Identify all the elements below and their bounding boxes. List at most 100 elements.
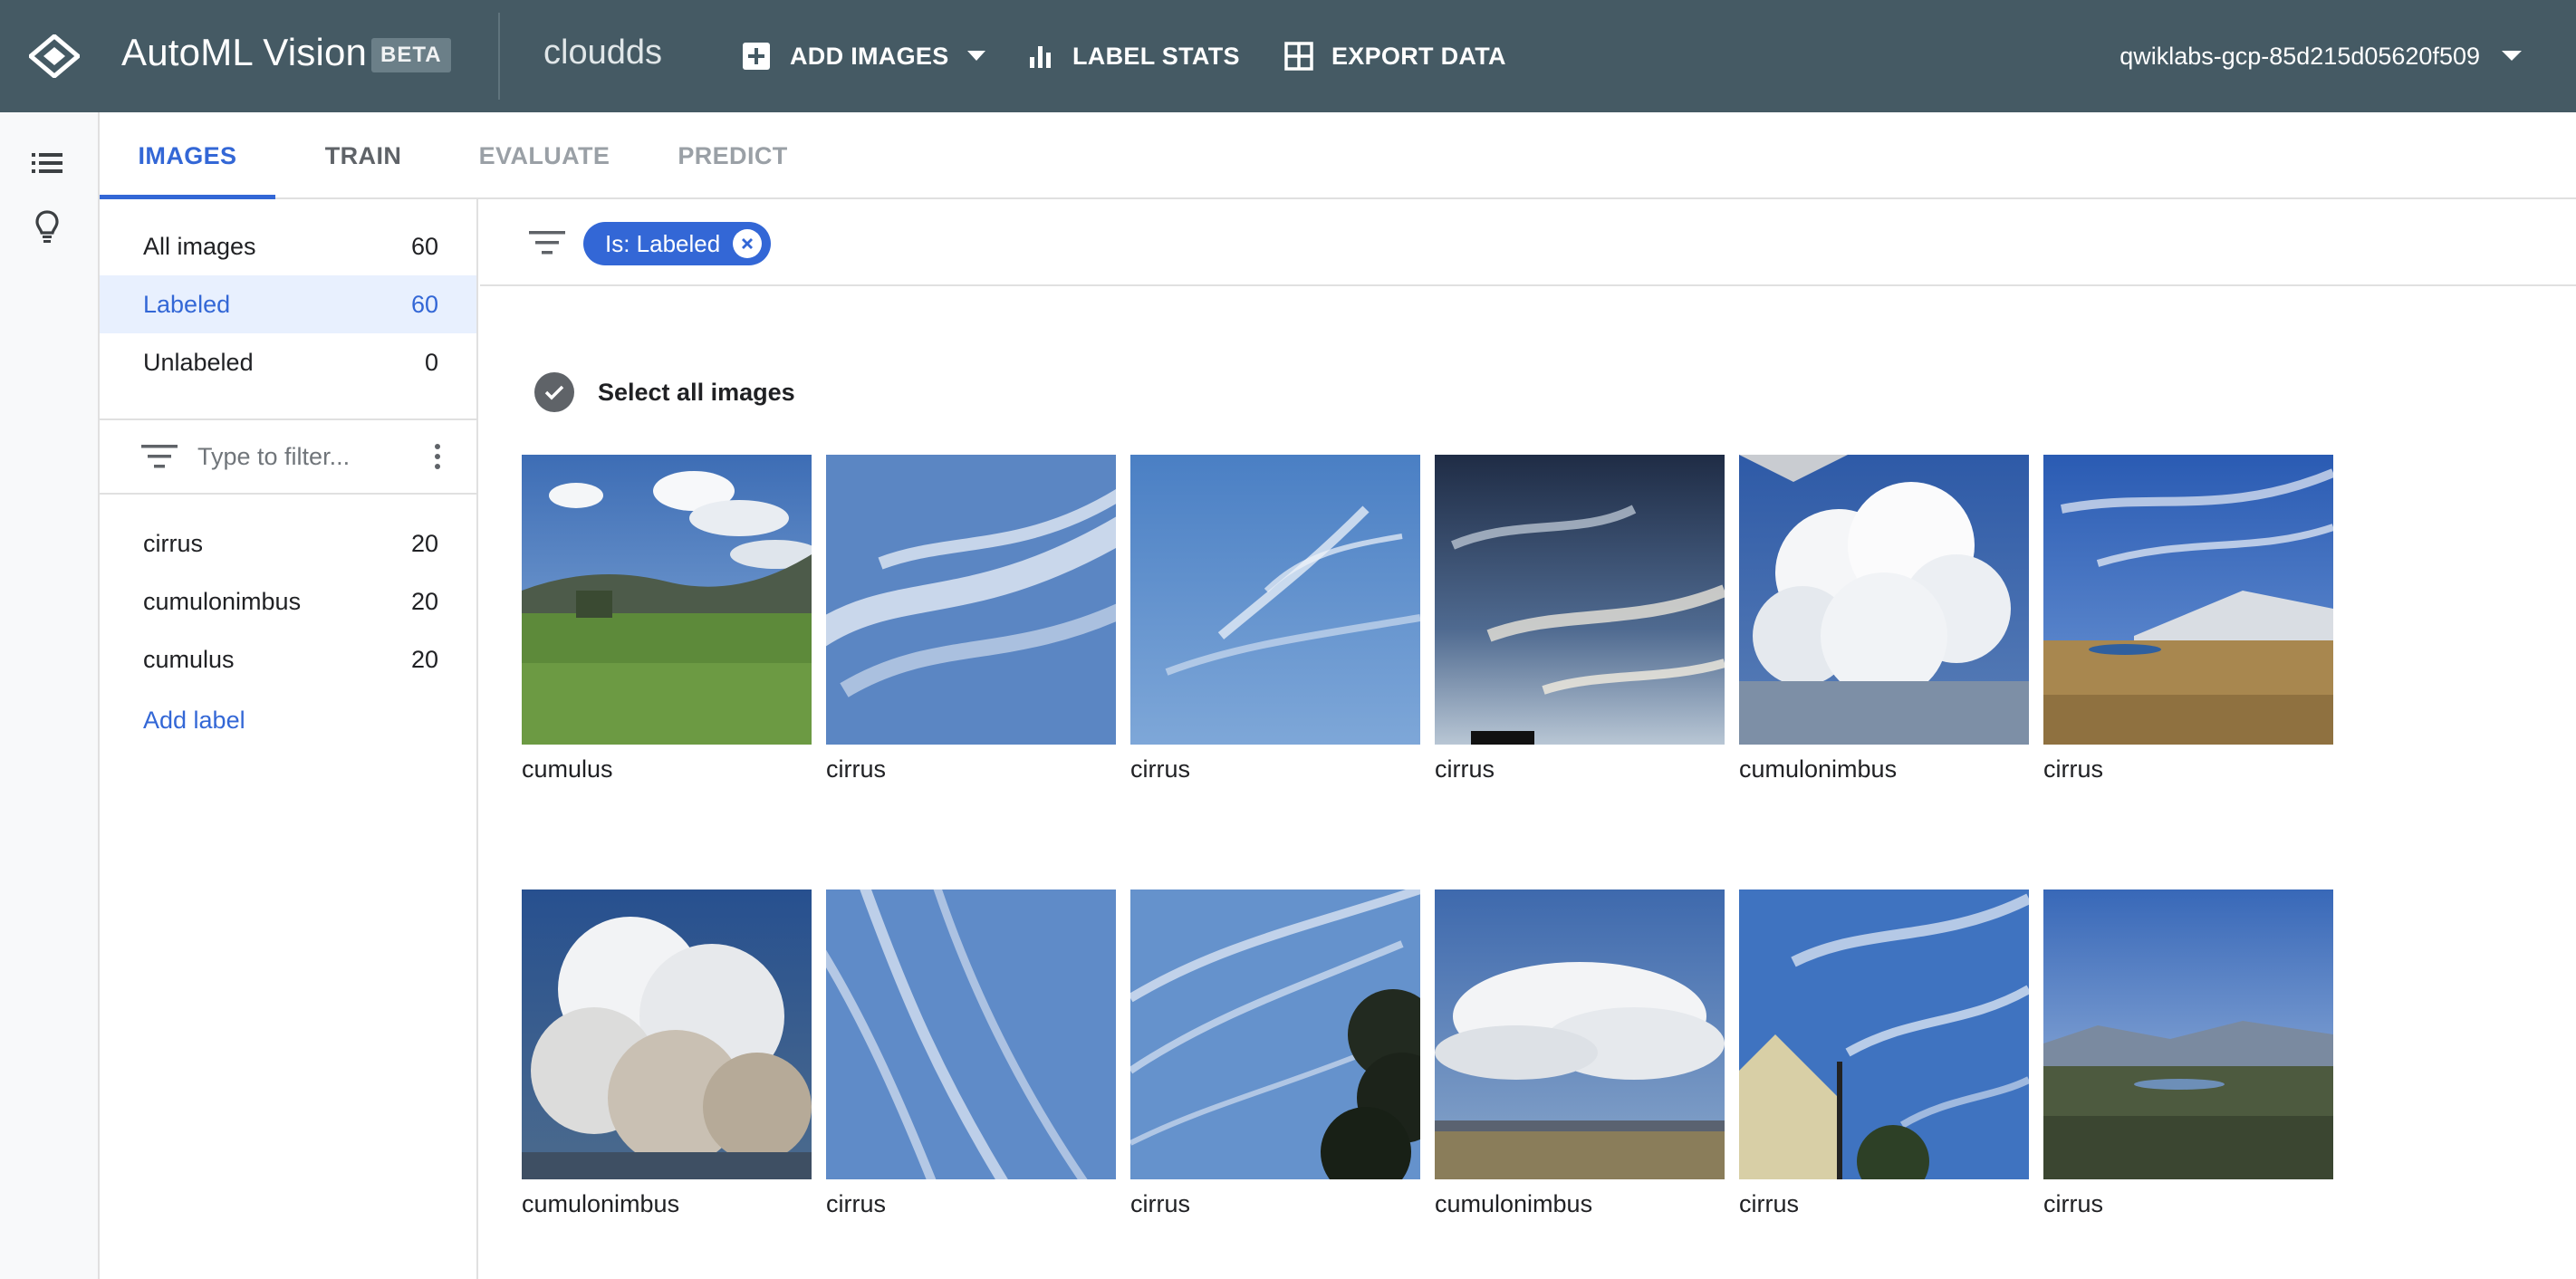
export-data-button[interactable]: EXPORT DATA: [1284, 34, 1506, 78]
dropdown-arrow-icon: [2502, 51, 2522, 61]
filter-count: 60: [410, 232, 438, 260]
tab-predict[interactable]: PREDICT: [652, 112, 813, 199]
cloud-photo: [1739, 455, 2029, 745]
dropdown-arrow-icon: [966, 51, 985, 61]
label-item-cirrus[interactable]: cirrus 20: [100, 514, 476, 572]
more-options-icon[interactable]: [424, 438, 451, 475]
cloud-photo: [522, 455, 812, 745]
left-navigation-rail: [0, 112, 100, 1279]
image-thumbnail[interactable]: [1130, 455, 1420, 745]
cloud-photo: [2043, 890, 2333, 1179]
lightbulb-icon[interactable]: [27, 207, 67, 246]
image-thumbnail[interactable]: [1435, 455, 1725, 745]
select-all-label: Select all images: [598, 378, 795, 406]
image-thumbnail[interactable]: [826, 890, 1116, 1179]
image-card[interactable]: cirrus: [826, 890, 1116, 1217]
filter-unlabeled[interactable]: Unlabeled 0: [100, 333, 476, 391]
filter-label: Labeled: [143, 290, 231, 318]
image-thumbnail[interactable]: [1130, 890, 1420, 1179]
image-thumbnail[interactable]: [1739, 455, 2029, 745]
close-icon[interactable]: [733, 229, 763, 258]
image-card[interactable]: cirrus: [1130, 455, 1420, 783]
label-name: cumulonimbus: [143, 587, 302, 615]
label-count: 20: [410, 587, 438, 615]
image-filter-sidebar: All images 60 Labeled 60 Unlabeled 0 cir…: [100, 199, 478, 1279]
cloud-photo: [1435, 455, 1725, 745]
image-thumbnail[interactable]: [1739, 890, 2029, 1179]
image-label: cirrus: [1435, 755, 1495, 783]
beta-badge: BETA: [371, 38, 451, 72]
image-label: cumulonimbus: [1435, 1190, 1593, 1217]
image-thumbnail[interactable]: [522, 455, 812, 745]
image-label: cirrus: [826, 755, 886, 783]
label-filter-input[interactable]: [197, 442, 415, 471]
label-stats-button[interactable]: LABEL STATS: [1027, 34, 1240, 78]
filter-count: 0: [424, 348, 438, 376]
image-label: cirrus: [826, 1190, 886, 1217]
cloud-photo: [1739, 890, 2029, 1179]
image-thumbnail[interactable]: [2043, 890, 2333, 1179]
sidebar-divider: [100, 493, 476, 495]
filter-label: Unlabeled: [143, 348, 254, 376]
cloud-photo: [826, 455, 1116, 745]
image-card[interactable]: cumulonimbus: [522, 890, 812, 1217]
image-label: cirrus: [1739, 1190, 1799, 1217]
dataset-name: cloudds: [543, 34, 662, 72]
image-card[interactable]: cumulus: [522, 455, 812, 783]
tab-evaluate[interactable]: EVALUATE: [458, 112, 630, 199]
cloud-photo: [1130, 890, 1420, 1179]
image-thumbnail[interactable]: [1435, 890, 1725, 1179]
list-icon[interactable]: [27, 143, 67, 183]
section-tabs: IMAGES TRAIN EVALUATE PREDICT: [100, 112, 2576, 199]
filter-labeled[interactable]: Labeled 60: [100, 275, 476, 333]
image-card[interactable]: cirrus: [1130, 890, 1420, 1217]
filter-count: 60: [410, 290, 438, 318]
image-label: cumulus: [522, 755, 613, 783]
cloud-photo: [2043, 455, 2333, 745]
checkmark-circle-icon: [534, 372, 574, 412]
image-card[interactable]: cirrus: [826, 455, 1116, 783]
account-name: qwiklabs-gcp-85d215d05620f509: [2119, 42, 2480, 70]
export-data-label: EXPORT DATA: [1331, 42, 1506, 70]
filter-list-icon: [141, 445, 178, 468]
account-selector[interactable]: qwiklabs-gcp-85d215d05620f509: [2119, 34, 2522, 78]
label-item-cumulus[interactable]: cumulus 20: [100, 630, 476, 688]
add-images-button[interactable]: ADD IMAGES: [741, 34, 985, 78]
label-count: 20: [410, 645, 438, 673]
image-card[interactable]: cirrus: [1435, 455, 1725, 783]
image-thumbnail[interactable]: [522, 890, 812, 1179]
image-label: cumulonimbus: [1739, 755, 1898, 783]
cloud-photo: [1435, 890, 1725, 1179]
image-label: cirrus: [2043, 755, 2103, 783]
tab-images[interactable]: IMAGES: [100, 112, 275, 199]
automl-logo-icon: [29, 34, 80, 78]
grid-table-icon: [1284, 42, 1313, 71]
app-title: AutoML Vision: [121, 31, 368, 73]
image-label: cirrus: [2043, 1190, 2103, 1217]
image-thumbnail[interactable]: [826, 455, 1116, 745]
add-label-link[interactable]: Add label: [143, 707, 245, 735]
image-thumbnail[interactable]: [2043, 455, 2333, 745]
image-label: cirrus: [1130, 755, 1190, 783]
image-grid: cumulus cirrus cirrus cirrus cumulonimbu…: [522, 455, 2342, 1217]
label-count: 20: [410, 529, 438, 557]
label-name: cirrus: [143, 529, 203, 557]
add-images-label: ADD IMAGES: [790, 42, 949, 70]
add-box-icon: [743, 43, 770, 70]
select-all-images[interactable]: Select all images: [534, 371, 795, 413]
filter-list-icon[interactable]: [527, 226, 567, 259]
image-label: cumulonimbus: [522, 1190, 680, 1217]
image-card[interactable]: cirrus: [2043, 455, 2333, 783]
image-card[interactable]: cirrus: [1739, 890, 2029, 1217]
toolbar-divider: [498, 13, 500, 100]
label-filter-box: [100, 420, 476, 493]
label-item-cumulonimbus[interactable]: cumulonimbus 20: [100, 572, 476, 630]
image-card[interactable]: cumulonimbus: [1435, 890, 1725, 1217]
cloud-photo: [826, 890, 1116, 1179]
image-card[interactable]: cirrus: [2043, 890, 2333, 1217]
filter-all-images[interactable]: All images 60: [100, 217, 476, 275]
filter-chip-labeled: Is: Labeled: [583, 222, 772, 265]
tab-train[interactable]: TRAIN: [295, 112, 431, 199]
cloud-photo: [522, 890, 812, 1179]
image-card[interactable]: cumulonimbus: [1739, 455, 2029, 783]
